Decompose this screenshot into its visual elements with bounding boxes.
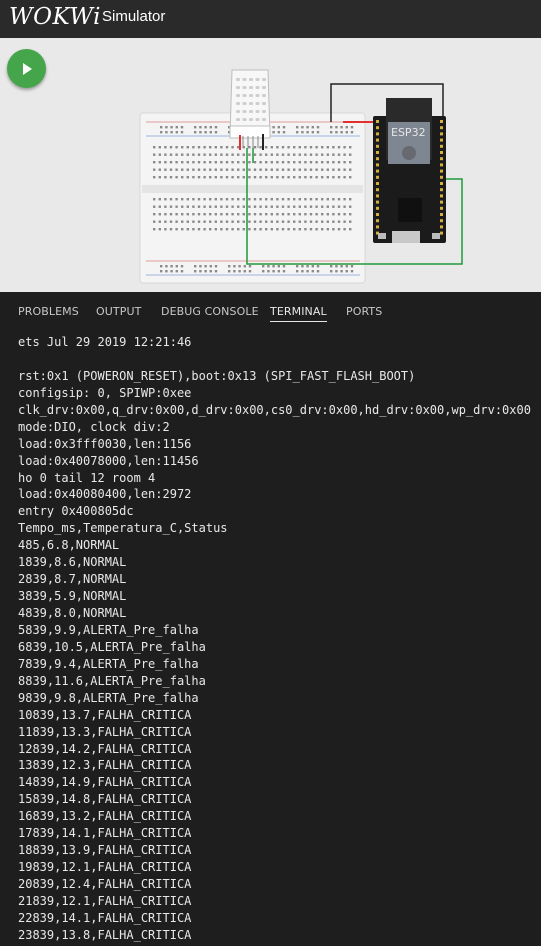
terminal-line: 13839,12.3,FALHA_CRITICA [18, 758, 192, 773]
terminal-line: 22839,14.1,FALHA_CRITICA [18, 910, 192, 925]
terminal-line: 5839,9.9,ALERTA_Pre_falha [18, 622, 199, 637]
terminal-line: load:0x40078000,len:11456 [18, 453, 199, 468]
terminal-line: 1839,8.6,NORMAL [18, 555, 127, 570]
usb-port [392, 231, 420, 243]
run-simulation-button[interactable] [7, 49, 46, 88]
terminal-line: 10839,13.7,FALHA_CRITICA [18, 707, 192, 722]
tab-terminal[interactable]: TERMINAL [270, 305, 327, 322]
espressif-logo [402, 146, 416, 160]
tab-debug-console[interactable]: DEBUG CONSOLE [161, 305, 259, 318]
terminal-line: rst:0x1 (POWERON_RESET),boot:0x13 (SPI_F… [18, 368, 416, 383]
circuit-diagram: ESP32 [139, 69, 463, 284]
terminal-line: 6839,10.5,ALERTA_Pre_falha [18, 639, 206, 654]
esp32-label: ESP32 [391, 126, 426, 139]
terminal-line: 12839,14.2,FALHA_CRITICA [18, 741, 192, 756]
terminal-line: ets Jul 29 2019 12:21:46 [18, 335, 192, 349]
terminal-line: 3839,5.9,NORMAL [18, 589, 127, 604]
terminal-line: 16839,13.2,FALHA_CRITICA [18, 809, 192, 824]
terminal-line: load:0x40080400,len:2972 [18, 487, 192, 502]
wokwi-logo[interactable]: WOKWi [9, 4, 101, 30]
simulation-canvas[interactable]: ESP32 [0, 38, 541, 292]
terminal-line: configsip: 0, SPIWP:0xee [18, 385, 192, 400]
play-icon [22, 62, 32, 75]
terminal-line: 19839,12.1,FALHA_CRITICA [18, 860, 192, 875]
terminal-output[interactable]: ets Jul 29 2019 12:21:46 rst:0x1 (POWERON… [18, 334, 538, 946]
tab-problems[interactable]: PROBLEMS [18, 305, 79, 318]
terminal-line: 11839,13.3,FALHA_CRITICA [18, 724, 192, 739]
terminal-line: 485,6.8,NORMAL [18, 538, 120, 553]
terminal-line: mode:DIO, clock div:2 [18, 419, 170, 434]
terminal-line: load:0x3fff0030,len:1156 [18, 436, 192, 451]
terminal-line: ho 0 tail 12 room 4 [18, 470, 156, 485]
terminal-line: 2839,8.7,NORMAL [18, 572, 127, 587]
terminal-line: 20839,12.4,FALHA_CRITICA [18, 877, 192, 891]
terminal-line: 15839,14.8,FALHA_CRITICA [18, 792, 192, 807]
tab-output[interactable]: OUTPUT [96, 305, 141, 318]
terminal-line: 18839,13.9,FALHA_CRITICA [18, 843, 192, 858]
tab-ports[interactable]: PORTS [346, 305, 382, 318]
terminal-line: entry 0x400805dc [18, 504, 134, 519]
esp32-board[interactable]: ESP32 [373, 98, 446, 243]
terminal-line: 21839,12.1,FALHA_CRITICA [18, 893, 192, 908]
terminal-line: 14839,14.9,FALHA_CRITICA [18, 775, 192, 790]
terminal-line: 23839,13.8,FALHA_CRITICA [18, 927, 192, 942]
terminal-line: clk_drv:0x00,q_drv:0x00,d_drv:0x00,cs0_d… [18, 402, 531, 417]
page-title: Simulator [102, 8, 166, 25]
terminal-line: Tempo_ms,Temperatura_C,Status [18, 521, 228, 536]
terminal-line: 7839,9.4,ALERTA_Pre_falha [18, 656, 199, 671]
terminal-line: 8839,11.6,ALERTA_Pre_falha [18, 673, 206, 688]
terminal-line: 4839,8.0,NORMAL [18, 606, 127, 620]
terminal-line: 17839,14.1,FALHA_CRITICA [18, 826, 192, 841]
terminal-line: 9839,9.8,ALERTA_Pre_falha [18, 690, 199, 705]
app-header: WOKWi Simulator [0, 0, 541, 38]
panel-tabs: PROBLEMS OUTPUT DEBUG CONSOLE TERMINAL P… [0, 292, 541, 324]
